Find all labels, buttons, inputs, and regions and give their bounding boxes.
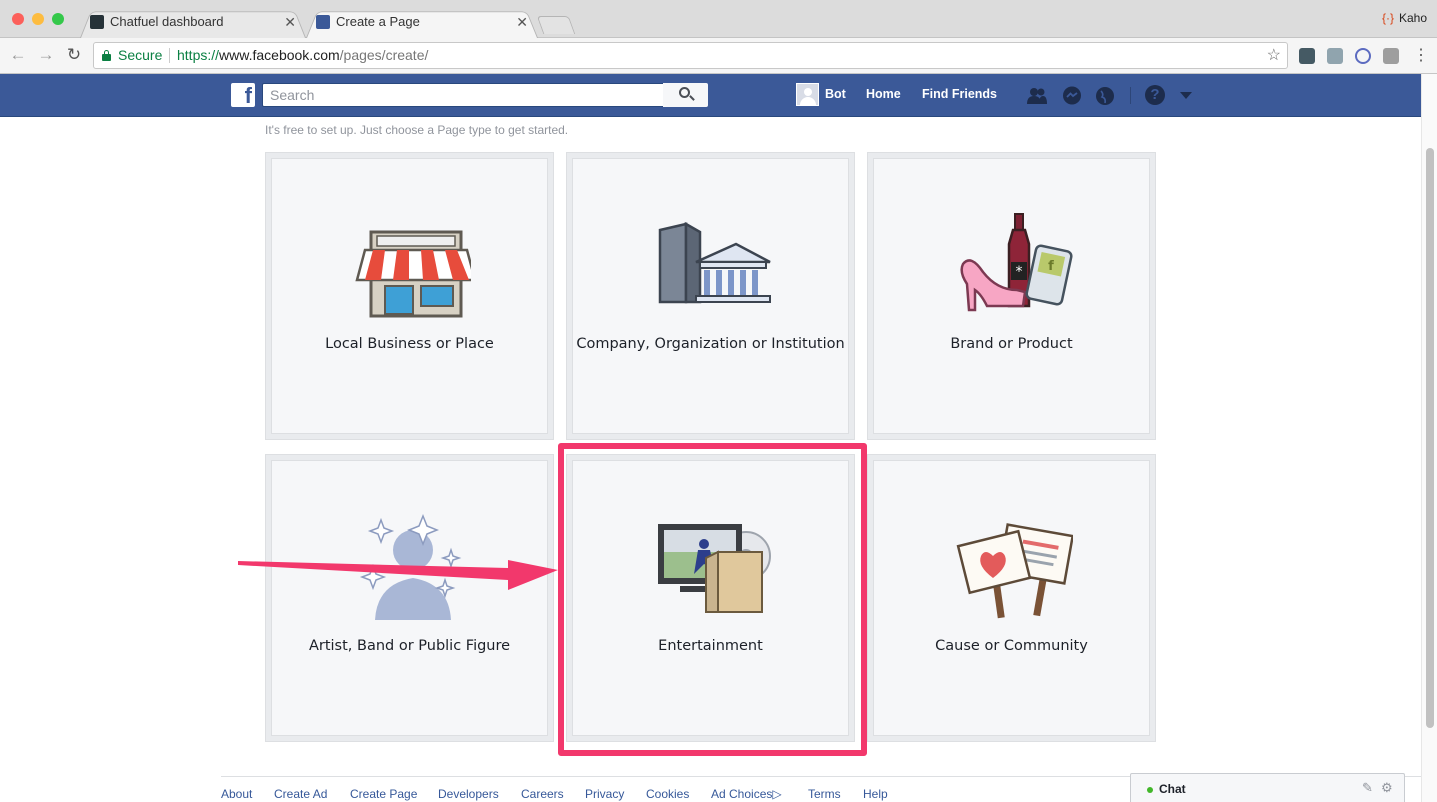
compose-message-icon[interactable]: ✎: [1362, 780, 1373, 796]
tab-bar: Chatfuel dashboard ✕ Create a Page ✕ {·}…: [0, 0, 1437, 38]
scrollbar-thumb[interactable]: [1426, 148, 1434, 728]
chatfuel-icon: [90, 15, 104, 29]
friend-requests-icon[interactable]: [1027, 86, 1047, 106]
bookmark-star-icon[interactable]: ☆: [1267, 43, 1281, 68]
facebook-header: f Search Bot Home Find Friends ?: [0, 74, 1421, 117]
help-icon[interactable]: ?: [1145, 85, 1165, 105]
extension-icon[interactable]: [1299, 48, 1315, 64]
lock-icon: [102, 50, 111, 61]
protest-signs-icon: [956, 523, 1073, 619]
search-input[interactable]: Search: [262, 83, 664, 107]
tab-label: Chatfuel dashboard: [110, 14, 224, 29]
institution-building-icon: [658, 221, 771, 304]
category-card-brand[interactable]: * f Brand or Product: [867, 152, 1156, 440]
profile-icon: {·}: [1381, 11, 1394, 25]
profile-link[interactable]: Bot: [825, 87, 846, 101]
svg-text:f: f: [1048, 259, 1054, 274]
minimize-window-button[interactable]: [32, 13, 44, 25]
brand-product-icon: * f: [960, 213, 1073, 312]
annotation-highlight-box: [558, 443, 867, 756]
close-tab-icon[interactable]: ✕: [284, 8, 296, 36]
chat-settings-gear-icon[interactable]: ⚙: [1381, 780, 1393, 796]
search-button[interactable]: [663, 83, 708, 107]
facebook-logo-icon[interactable]: f: [231, 83, 255, 108]
storefront-icon: [355, 230, 471, 318]
tab-create-page[interactable]: Create a Page ✕: [306, 8, 538, 38]
reload-icon[interactable]: ↻: [64, 45, 84, 65]
account-menu-icon[interactable]: [1180, 92, 1192, 99]
category-label: Cause or Community: [935, 638, 1088, 654]
tab-label: Create a Page: [336, 14, 420, 29]
extension-icon[interactable]: [1327, 48, 1343, 64]
secure-label: Secure: [118, 47, 163, 63]
annotation-arrow-icon: [238, 560, 558, 590]
maximize-window-button[interactable]: [52, 13, 64, 25]
page-intro-text: It's free to set up. Just choose a Page …: [265, 123, 569, 137]
svg-text:*: *: [1016, 264, 1023, 280]
url-text: https://www.facebook.com/pages/create/: [177, 47, 429, 63]
ad-choices-icon: ▷: [772, 787, 782, 801]
category-card-company[interactable]: Company, Organization or Institution: [566, 152, 855, 440]
footer-link-terms[interactable]: Terms: [808, 787, 841, 801]
chat-bar[interactable]: Chat ✎ ⚙: [1130, 773, 1405, 802]
find-friends-link[interactable]: Find Friends: [922, 87, 997, 101]
footer-link-careers[interactable]: Careers: [521, 787, 564, 801]
category-card-local-business[interactable]: Local Business or Place: [265, 152, 554, 440]
browser-window: Chatfuel dashboard ✕ Create a Page ✕ {·}…: [0, 0, 1437, 802]
browser-toolbar: ← → ↻ Secure https://www.facebook.com/pa…: [0, 38, 1437, 74]
footer-link-privacy[interactable]: Privacy: [585, 787, 624, 801]
browser-menu-icon[interactable]: ⋮: [1413, 45, 1429, 65]
back-arrow-icon[interactable]: ←: [8, 45, 28, 65]
chat-label: Chat: [1159, 782, 1186, 796]
footer-link-help[interactable]: Help: [863, 787, 888, 801]
new-tab-button[interactable]: [536, 16, 576, 34]
notifications-globe-icon[interactable]: [1095, 86, 1115, 106]
footer-link-developers[interactable]: Developers: [438, 787, 499, 801]
footer-link-create-ad[interactable]: Create Ad: [274, 787, 327, 801]
footer-link-about[interactable]: About: [221, 787, 252, 801]
profile-name: Kaho: [1398, 11, 1427, 25]
address-bar[interactable]: Secure https://www.facebook.com/pages/cr…: [93, 42, 1288, 69]
online-status-icon: [1147, 787, 1153, 793]
close-tab-icon[interactable]: ✕: [516, 8, 528, 36]
category-label: Local Business or Place: [325, 336, 494, 352]
scrollbar[interactable]: [1421, 74, 1437, 802]
tab-chatfuel[interactable]: Chatfuel dashboard ✕: [80, 8, 306, 38]
category-label: Brand or Product: [950, 336, 1073, 352]
close-window-button[interactable]: [12, 13, 24, 25]
profile-button[interactable]: {·} Kaho: [1382, 11, 1427, 25]
category-card-cause[interactable]: Cause or Community: [867, 454, 1156, 742]
home-link[interactable]: Home: [866, 87, 901, 101]
extension-icon[interactable]: [1355, 48, 1371, 64]
messenger-icon[interactable]: [1062, 86, 1082, 106]
category-label: Artist, Band or Public Figure: [308, 638, 511, 654]
category-label: Company, Organization or Institution: [576, 336, 845, 352]
avatar[interactable]: [796, 83, 819, 106]
footer-link-ad-choices[interactable]: Ad Choices▷: [711, 787, 782, 801]
facebook-icon: [316, 15, 330, 29]
forward-arrow-icon[interactable]: →: [36, 45, 56, 65]
extension-icon[interactable]: [1383, 48, 1399, 64]
footer-link-create-page[interactable]: Create Page: [350, 787, 417, 801]
footer-link-cookies[interactable]: Cookies: [646, 787, 689, 801]
